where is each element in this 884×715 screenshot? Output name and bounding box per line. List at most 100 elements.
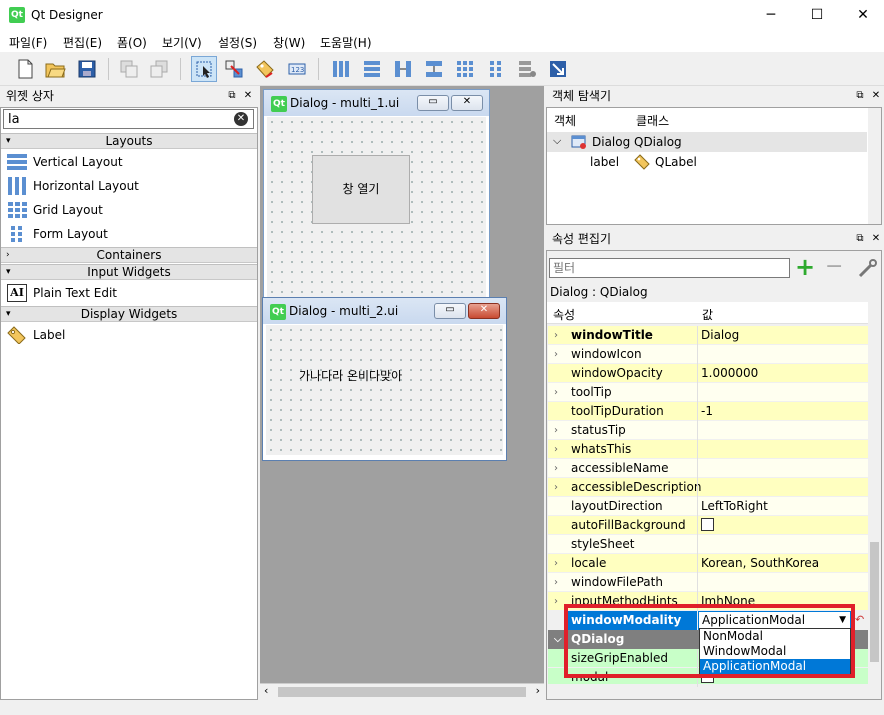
dialog-multi-2-window[interactable]: Qt Dialog - multi_2.ui ▭ ✕ 가나다라 온비다맞아 — [262, 297, 507, 461]
property-scrollbar[interactable] — [868, 302, 881, 685]
menu-window[interactable]: 창(W) — [273, 34, 305, 51]
property-row-accessibleDescription[interactable]: › accessibleDescription — [548, 478, 868, 497]
dialog2-minimize-button[interactable]: ▭ — [434, 303, 466, 319]
edit-widgets-icon[interactable] — [191, 56, 217, 82]
category-display-widgets[interactable]: ▾ Display Widgets — [1, 306, 257, 322]
property-row-windowIcon[interactable]: › windowIcon — [548, 345, 868, 364]
dialog-object-icon — [571, 135, 586, 149]
scrollbar-thumb[interactable] — [870, 542, 879, 662]
property-row-windowTitle[interactable]: › windowTitle Dialog — [548, 326, 868, 345]
property-row-styleSheet[interactable]: styleSheet — [548, 535, 868, 554]
property-row-layoutDirection[interactable]: layoutDirection LeftToRight — [548, 497, 868, 516]
property-context: Dialog : QDialog — [550, 285, 648, 299]
close-button[interactable]: ✕ — [840, 0, 884, 30]
menu-view[interactable]: 보기(V) — [162, 34, 202, 51]
adjust-size-icon[interactable] — [545, 56, 571, 82]
dialog1-close-button[interactable]: ✕ — [451, 95, 483, 111]
splitter-vertical-icon[interactable] — [421, 56, 447, 82]
label-tag-icon — [634, 154, 650, 170]
splitter-horizontal-icon[interactable] — [390, 56, 416, 82]
label-tag-icon — [7, 326, 26, 344]
autofill-checkbox[interactable] — [701, 518, 714, 531]
send-to-back-icon[interactable] — [146, 56, 172, 82]
edit-buddies-icon[interactable] — [252, 56, 278, 82]
layout-horizontal-icon[interactable] — [328, 56, 354, 82]
category-input-widgets[interactable]: ▾ Input Widgets — [1, 264, 257, 280]
float-dock-icon[interactable]: ⧉ — [853, 89, 867, 103]
mdi-horizontal-scrollbar[interactable]: ‹ › — [260, 683, 544, 699]
close-dock-icon[interactable]: ✕ — [869, 89, 883, 103]
close-dock-icon[interactable]: ✕ — [241, 89, 255, 103]
widget-item-horizontal-layout[interactable]: Horizontal Layout — [1, 174, 257, 198]
property-row-locale[interactable]: › locale Korean, SouthKorea — [548, 554, 868, 573]
dialog2-close-button[interactable]: ✕ — [468, 303, 500, 319]
open-window-button[interactable]: 창 열기 — [312, 155, 410, 224]
property-row-accessibleName[interactable]: › accessibleName — [548, 459, 868, 478]
save-icon[interactable] — [74, 56, 100, 82]
layout-vertical-icon[interactable] — [359, 56, 385, 82]
inspector-scrollbar[interactable] — [868, 108, 881, 224]
col-object: 객체 — [554, 114, 577, 128]
category-layouts[interactable]: ▾ Layouts — [1, 133, 257, 149]
close-dock-icon[interactable]: ✕ — [869, 232, 883, 246]
label-widget[interactable]: 가나다라 온비다맞아 — [299, 367, 402, 384]
layout-grid-icon[interactable] — [452, 56, 478, 82]
widget-filter-input[interactable]: la ✕ — [3, 109, 254, 129]
widget-box-header: 위젯 상자 — [0, 86, 258, 106]
property-row-windowFilePath[interactable]: › windowFilePath — [548, 573, 868, 592]
highlight-box — [564, 604, 855, 678]
float-dock-icon[interactable]: ⧉ — [225, 89, 239, 103]
grid-layout-icon — [8, 202, 27, 218]
property-row-toolTip[interactable]: › toolTip — [548, 383, 868, 402]
widget-item-label[interactable]: Label — [1, 323, 257, 347]
property-filter-input[interactable] — [549, 258, 790, 278]
scrollbar-thumb[interactable] — [278, 687, 526, 697]
property-editor-header: 속성 편집기 — [546, 229, 884, 249]
vertical-layout-icon — [7, 154, 27, 170]
category-containers[interactable]: › Containers — [1, 247, 257, 263]
open-folder-icon[interactable] — [42, 56, 68, 82]
edit-tab-order-icon[interactable]: 123 — [284, 56, 310, 82]
widget-item-form-layout[interactable]: Form Layout — [1, 222, 257, 246]
object-row-dialog[interactable]: ⌵ Dialog QDialog — [547, 132, 867, 152]
chevron-down-icon[interactable]: ⌵ — [554, 630, 562, 649]
remove-dynamic-property-icon[interactable]: − — [825, 255, 843, 279]
dialog1-form-canvas[interactable]: 창 열기 — [267, 117, 486, 297]
break-layout-icon[interactable] — [514, 56, 540, 82]
property-row-windowOpacity[interactable]: windowOpacity 1.000000 — [548, 364, 868, 383]
property-row-autoFillBackground[interactable]: autoFillBackground — [548, 516, 868, 535]
maximize-button[interactable]: ☐ — [794, 0, 840, 30]
widget-item-grid-layout[interactable]: Grid Layout — [1, 198, 257, 222]
object-row-label[interactable]: label QLabel — [547, 152, 867, 172]
layout-form-icon[interactable] — [483, 56, 509, 82]
menu-edit[interactable]: 편집(E) — [63, 34, 102, 51]
configure-wrench-icon[interactable] — [857, 258, 879, 278]
float-dock-icon[interactable]: ⧉ — [853, 232, 867, 246]
minimize-button[interactable]: ─ — [748, 0, 794, 30]
plain-text-edit-icon: AI — [7, 284, 27, 302]
menu-form[interactable]: 폼(O) — [117, 34, 147, 51]
chevron-down-icon[interactable]: ⌵ — [553, 134, 561, 148]
dialog-multi-1-window[interactable]: Qt Dialog - multi_1.ui ▭ ✕ 창 열기 — [263, 89, 490, 299]
menu-help[interactable]: 도움말(H) — [320, 34, 372, 51]
property-row-statusTip[interactable]: › statusTip — [548, 421, 868, 440]
menu-settings[interactable]: 설정(S) — [218, 34, 257, 51]
property-row-whatsThis[interactable]: › whatsThis — [548, 440, 868, 459]
dialog1-minimize-button[interactable]: ▭ — [417, 95, 449, 111]
col-class: 클래스 — [636, 114, 670, 128]
window-title: Qt Designer — [31, 8, 103, 22]
reset-property-icon[interactable]: ↶ — [855, 613, 864, 626]
property-header: 속성 값 — [547, 302, 868, 324]
qt-window-icon: Qt — [271, 95, 287, 112]
edit-signals-icon[interactable] — [221, 56, 247, 82]
menu-file[interactable]: 파일(F) — [9, 34, 47, 51]
property-row-toolTipDuration[interactable]: toolTipDuration -1 — [548, 402, 868, 421]
new-file-icon[interactable] — [12, 56, 38, 82]
dialog2-form-canvas[interactable]: 가나다라 온비다맞아 — [266, 325, 503, 455]
bring-to-front-icon[interactable] — [116, 56, 142, 82]
widget-item-plain-text-edit[interactable]: AI Plain Text Edit — [1, 281, 257, 305]
qt-window-icon: Qt — [270, 303, 286, 320]
clear-filter-icon[interactable]: ✕ — [234, 112, 248, 126]
add-dynamic-property-icon[interactable]: + — [795, 255, 815, 279]
widget-item-vertical-layout[interactable]: Vertical Layout — [1, 150, 257, 174]
